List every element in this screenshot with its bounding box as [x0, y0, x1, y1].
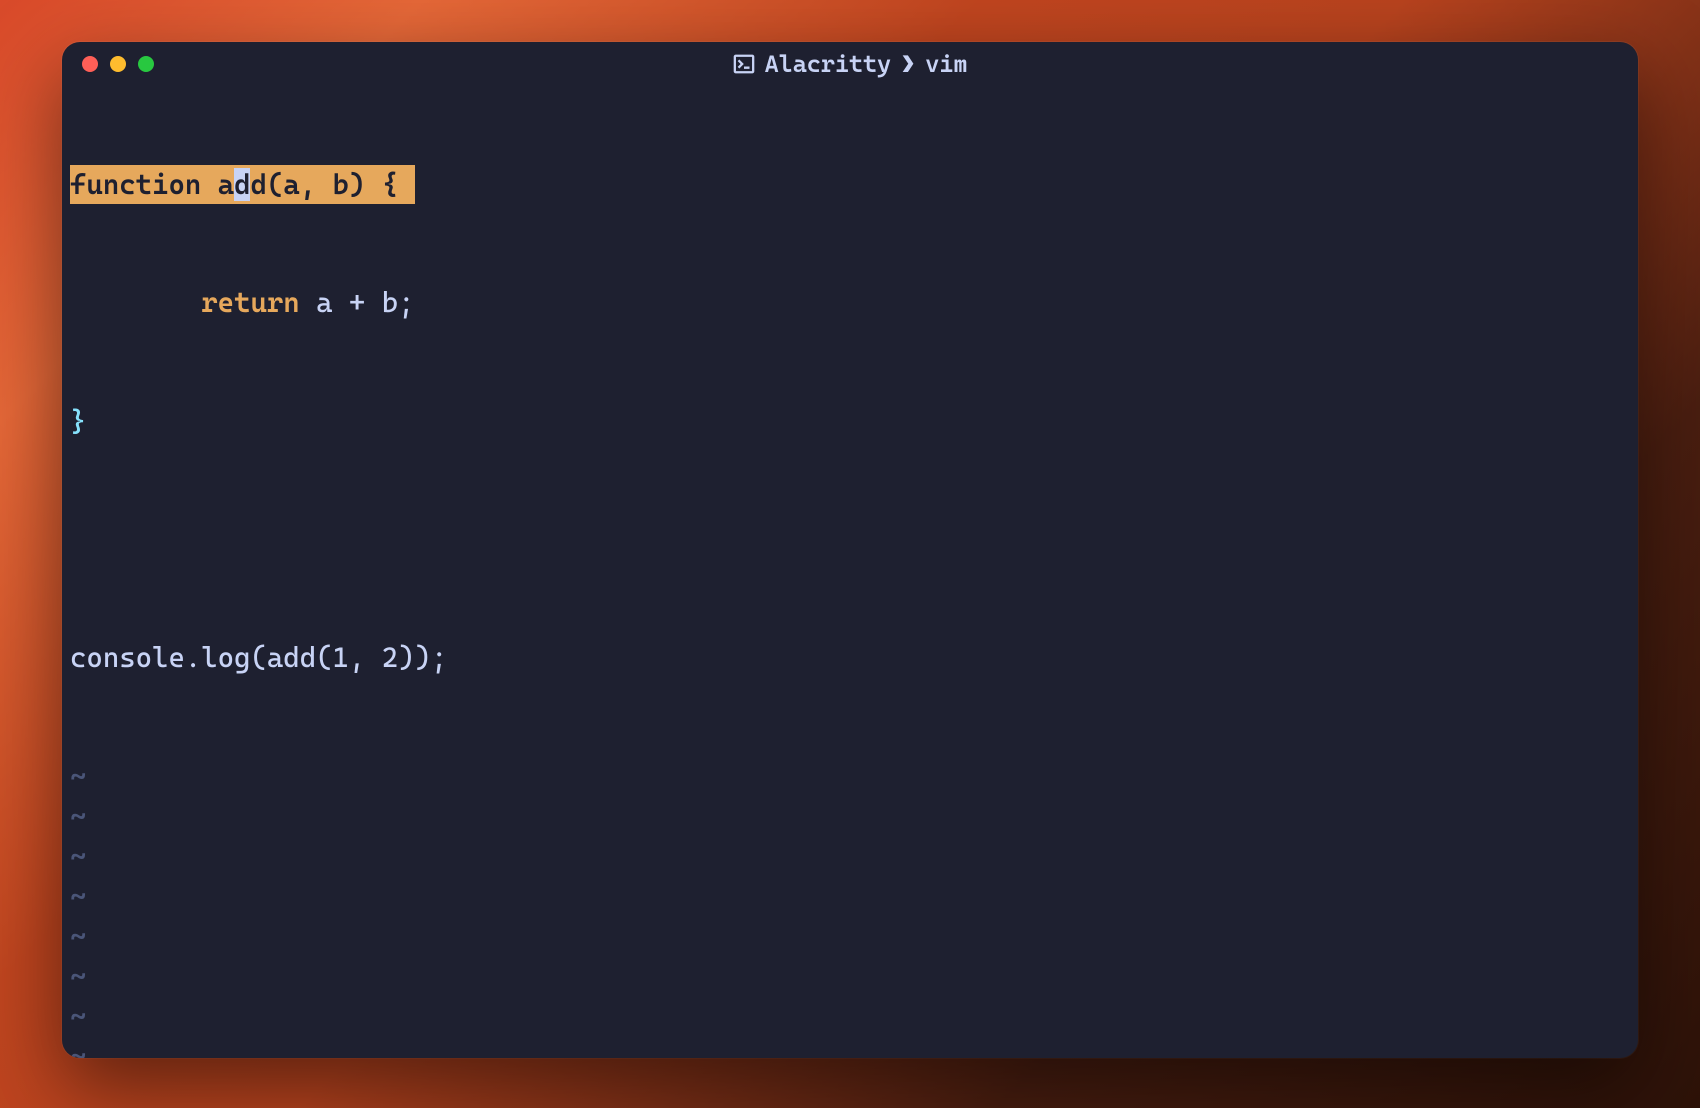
cursor: d [234, 168, 250, 201]
empty-line-tilde: ~ [70, 956, 1630, 996]
keyword-return: return [201, 283, 299, 322]
close-button[interactable] [82, 56, 98, 72]
code-line-3: } [70, 401, 1630, 441]
empty-line-tilde: ~ [70, 836, 1630, 876]
minimize-button[interactable] [110, 56, 126, 72]
code-line-4 [70, 520, 1630, 560]
code-line-5: console.log(add(1, 2)); [70, 638, 1630, 678]
empty-line-tilde: ~ [70, 796, 1630, 836]
titlebar: Alacritty ❯ vim [62, 42, 1638, 86]
maximize-button[interactable] [138, 56, 154, 72]
app-name: Alacritty [765, 50, 892, 78]
code-line-2: return a + b; [70, 283, 1630, 323]
editor-content[interactable]: function add(a, b) { return a + b; } con… [62, 86, 1638, 1058]
empty-line-tilde: ~ [70, 996, 1630, 1036]
window-title: Alacritty ❯ vim [80, 50, 1620, 78]
empty-line-tilde: ~ [70, 756, 1630, 796]
terminal-window: Alacritty ❯ vim function add(a, b) { ret… [62, 42, 1638, 1058]
terminal-icon [733, 53, 755, 75]
visual-selection: function add(a, b) { [70, 165, 415, 204]
window-controls [82, 56, 154, 72]
process-name: vim [925, 50, 967, 78]
breadcrumb-separator: ❯ [901, 50, 915, 78]
empty-line-tilde: ~ [70, 1036, 1630, 1058]
code-line-1: function add(a, b) { [70, 164, 1630, 204]
empty-line-tilde: ~ [70, 916, 1630, 956]
empty-line-tilde: ~ [70, 876, 1630, 916]
